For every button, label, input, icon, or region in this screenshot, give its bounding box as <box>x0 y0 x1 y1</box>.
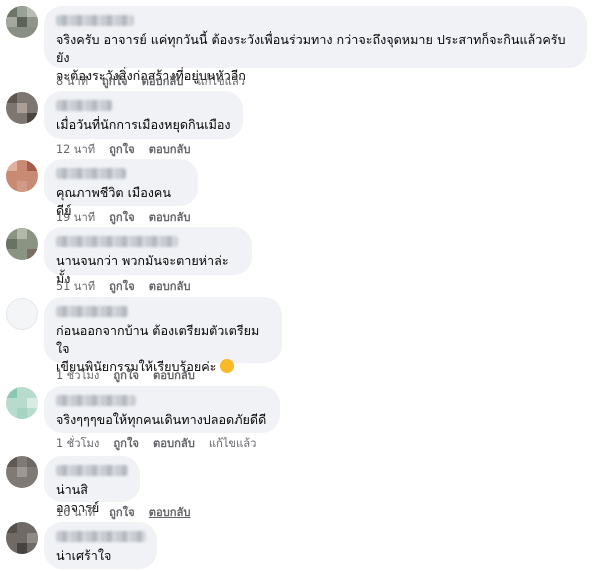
like-button[interactable]: ถูกใจ <box>113 434 139 452</box>
reply-button[interactable]: ตอบกลับ <box>149 208 191 226</box>
comment-time[interactable]: 16 นาที <box>56 503 95 521</box>
comment-bubble: ก่อนออกจากบ้าน ต้องเตรียมตัวเตรียมใจ เขี… <box>44 297 282 374</box>
reply-button[interactable]: ตอบกลับ <box>149 140 191 158</box>
commenter-name[interactable] <box>56 236 178 247</box>
comment-bubble: นานจนกว่า พวกมันจะตายห่าล่ะมั้ง <box>44 227 252 286</box>
avatar[interactable] <box>6 6 38 38</box>
comment-time[interactable]: 1 ชั่วโมง <box>56 434 99 452</box>
comment-actions: 16 นาที ถูกใจ ตอบกลับ <box>56 503 191 521</box>
comment-time[interactable]: 19 นาที <box>56 208 95 226</box>
comment-time[interactable]: 8 นาที <box>56 72 88 90</box>
comment-text: น่าเศร้าใจ <box>56 548 112 563</box>
avatar[interactable] <box>6 228 38 260</box>
comment-time[interactable]: 51 นาที <box>56 277 95 295</box>
reply-button[interactable]: ตอบกลับ <box>153 434 195 452</box>
commenter-name[interactable] <box>56 306 128 317</box>
commenter-name[interactable] <box>56 100 112 111</box>
reply-button[interactable]: ตอบกลับ <box>142 72 184 90</box>
sad-face-emoji-icon <box>220 359 235 373</box>
like-button[interactable]: ถูกใจ <box>109 140 135 158</box>
comment-actions: 8 นาที ถูกใจ ตอบกลับ แก้ไขแล้ว <box>56 72 245 90</box>
like-button[interactable]: ถูกใจ <box>113 366 139 384</box>
comment-actions: 12 นาที ถูกใจ ตอบกลับ <box>56 140 191 158</box>
comment-bubble: จริงๆๆๆขอให้ทุกคนเดินทางปลอดภัยดีดี <box>44 386 280 433</box>
commenter-name[interactable] <box>56 395 136 406</box>
comment-text: เมื่อวันที่นักการเมืองหยุดกินเมือง <box>56 117 231 132</box>
commenter-name[interactable] <box>56 531 146 542</box>
like-button[interactable]: ถูกใจ <box>109 208 135 226</box>
comment-actions: 1 ชั่วโมง ถูกใจ ตอบกลับ แก้ไขแล้ว <box>56 434 256 452</box>
comment-bubble: เมื่อวันที่นักการเมืองหยุดกินเมือง <box>44 91 243 139</box>
comment-actions: 51 นาที ถูกใจ ตอบกลับ <box>56 277 191 295</box>
comment-time[interactable]: 12 นาที <box>56 140 95 158</box>
commenter-name[interactable] <box>56 15 134 26</box>
reply-button[interactable]: ตอบกลับ <box>149 503 191 521</box>
like-button[interactable]: ถูกใจ <box>109 277 135 295</box>
commenter-name[interactable] <box>56 465 128 476</box>
like-button[interactable]: ถูกใจ <box>109 503 135 521</box>
comment-bubble: คุณภาพชีวิต เมืองคนดีย์ <box>44 159 198 218</box>
avatar[interactable] <box>6 160 38 192</box>
comment-bubble: น่านสิ อาจารย์ <box>44 456 140 515</box>
comment-text: จริงๆๆๆขอให้ทุกคนเดินทางปลอดภัยดีดี <box>56 412 267 427</box>
reply-button[interactable]: ตอบกลับ <box>153 366 195 384</box>
commenter-name[interactable] <box>56 168 126 179</box>
avatar[interactable] <box>6 387 38 419</box>
comment-actions: 19 นาที ถูกใจ ตอบกลับ <box>56 208 191 226</box>
edited-label[interactable]: แก้ไขแล้ว <box>209 434 257 452</box>
avatar[interactable] <box>6 298 38 330</box>
comment-actions: 1 ชั่วโมง ถูกใจ ตอบกลับ <box>56 366 195 384</box>
reply-button[interactable]: ตอบกลับ <box>149 277 191 295</box>
avatar[interactable] <box>6 522 38 554</box>
like-button[interactable]: ถูกใจ <box>102 72 128 90</box>
edited-label[interactable]: แก้ไขแล้ว <box>197 72 245 90</box>
avatar[interactable] <box>6 456 38 488</box>
avatar[interactable] <box>6 92 38 124</box>
comment-bubble: จริงครับ อาจารย์ แค่ทุกวันนี้ ต้องระวังเ… <box>44 6 587 83</box>
comment-time[interactable]: 1 ชั่วโมง <box>56 366 99 384</box>
comment-bubble: น่าเศร้าใจ <box>44 522 157 569</box>
